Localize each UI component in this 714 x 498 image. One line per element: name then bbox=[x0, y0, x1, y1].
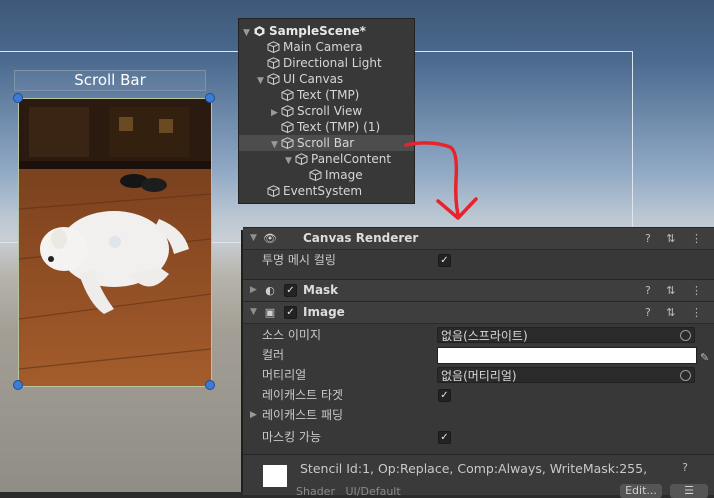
object-picker-icon[interactable] bbox=[680, 330, 691, 341]
gameobject-cube-icon bbox=[267, 73, 280, 85]
component-menu-icons[interactable]: ? ⇅ ⋮ bbox=[645, 302, 708, 323]
mask-title: Mask bbox=[303, 283, 339, 297]
raycast-padding-row[interactable]: ▶ 레이캐스트 패딩 bbox=[243, 405, 714, 425]
image-header[interactable]: ▼ ▣ ✓ Image ? ⇅ ⋮ bbox=[243, 301, 714, 324]
source-image-value: 없음(스프라이트) bbox=[441, 329, 528, 343]
gameobject-cube-icon bbox=[295, 153, 308, 165]
gameobject-cube-icon bbox=[281, 137, 294, 149]
hierarchy-item-label: Scroll View bbox=[297, 104, 363, 118]
raycast-target-row: 레이캐스트 타겟 ✓ bbox=[243, 385, 714, 405]
stencil-info: Stencil Id:1, Op:Replace, Comp:Always, W… bbox=[300, 461, 648, 476]
hierarchy-item-label: Main Camera bbox=[283, 40, 363, 54]
cull-transparent-mesh-row: 투명 메시 컬링 ✓ bbox=[243, 250, 714, 270]
gameobject-cube-icon bbox=[281, 89, 294, 101]
annotation-arrow-icon bbox=[404, 141, 478, 220]
unity-scene-icon bbox=[253, 25, 266, 37]
hierarchy-item[interactable]: EventSystem bbox=[239, 183, 362, 199]
mask-header[interactable]: ▶ ◐ ✓ Mask ? ⇅ ⋮ bbox=[243, 279, 714, 302]
image-enabled-checkbox[interactable]: ✓ bbox=[284, 306, 297, 319]
hierarchy-item[interactable]: Directional Light bbox=[239, 55, 382, 71]
resize-handle-bottom-right[interactable] bbox=[205, 380, 215, 390]
hierarchy-item[interactable]: Image bbox=[239, 167, 363, 183]
canvas-renderer-header[interactable]: ▼ 👁 Canvas Renderer ? ⇅ ⋮ bbox=[243, 227, 714, 250]
gameobject-cube-icon bbox=[267, 57, 280, 69]
material-label: 머티리얼 bbox=[262, 368, 307, 382]
material-value: 없음(머티리얼) bbox=[441, 369, 517, 383]
component-menu-icons[interactable]: ? ⇅ ⋮ bbox=[645, 280, 708, 301]
hierarchy-item-label: SampleScene* bbox=[269, 24, 366, 38]
resize-handle-top-right[interactable] bbox=[205, 93, 215, 103]
hierarchy-item[interactable]: ▼ SampleScene* bbox=[239, 23, 366, 39]
canvas-renderer-title: Canvas Renderer bbox=[303, 231, 419, 245]
maskable-checkbox[interactable]: ✓ bbox=[438, 431, 451, 444]
cull-transparent-mesh-label: 투명 메시 컬링 bbox=[262, 253, 336, 267]
hierarchy-item-label: Text (TMP) (1) bbox=[297, 120, 381, 134]
hierarchy-panel[interactable]: ▼ SampleScene* Main Camera Directional Ligh… bbox=[238, 18, 415, 204]
hierarchy-item-label: PanelContent bbox=[311, 152, 392, 166]
hierarchy-item[interactable]: Text (TMP) bbox=[239, 87, 359, 103]
hierarchy-item[interactable]: ▶ Scroll View bbox=[239, 103, 362, 119]
hierarchy-item[interactable]: Main Camera bbox=[239, 39, 363, 55]
object-picker-icon[interactable] bbox=[680, 370, 691, 381]
scroll-bar-label[interactable]: Scroll Bar bbox=[14, 70, 206, 91]
expand-triangle-icon[interactable]: ▶ bbox=[250, 405, 257, 425]
eye-icon: 👁 bbox=[263, 232, 277, 245]
hierarchy-item-label: UI Canvas bbox=[283, 72, 344, 86]
hierarchy-item-label: EventSystem bbox=[283, 184, 363, 198]
hierarchy-item-label: Text (TMP) bbox=[297, 88, 360, 102]
gameobject-cube-icon bbox=[309, 169, 322, 181]
color-label: 컬러 bbox=[262, 348, 285, 362]
hierarchy-item[interactable]: ▼ UI Canvas bbox=[239, 71, 343, 87]
material-preview: Stencil Id:1, Op:Replace, Comp:Always, W… bbox=[243, 454, 714, 498]
gameobject-cube-icon bbox=[267, 185, 280, 197]
source-image-row: 소스 이미지 없음(스프라이트) bbox=[243, 325, 714, 345]
component-menu-icons[interactable]: ? ⇅ ⋮ bbox=[645, 228, 708, 249]
expand-triangle-icon[interactable]: ▶ bbox=[250, 280, 257, 301]
hierarchy-item-label: Image bbox=[325, 168, 363, 182]
gameobject-cube-icon bbox=[267, 41, 280, 53]
source-image-field[interactable]: 없음(스프라이트) bbox=[437, 327, 695, 343]
source-image-label: 소스 이미지 bbox=[262, 328, 322, 342]
shader-menu-button[interactable]: ☰ bbox=[670, 484, 708, 498]
hierarchy-item[interactable]: ▼ Scroll Bar bbox=[239, 135, 414, 151]
gameobject-cube-icon bbox=[281, 121, 294, 133]
hierarchy-item[interactable]: ▼ PanelContent bbox=[239, 151, 391, 167]
maskable-label: 마스킹 가능 bbox=[262, 430, 322, 444]
material-field[interactable]: 없음(머티리얼) bbox=[437, 367, 695, 383]
dog-image[interactable] bbox=[18, 98, 212, 387]
hierarchy-item[interactable]: Text (TMP) (1) bbox=[239, 119, 380, 135]
image-icon: ▣ bbox=[264, 306, 276, 319]
cull-transparent-mesh-checkbox[interactable]: ✓ bbox=[438, 254, 451, 267]
material-row: 머티리얼 없음(머티리얼) bbox=[243, 365, 714, 385]
hierarchy-item-label: Directional Light bbox=[283, 56, 382, 70]
inspector-panel[interactable]: ▼ 👁 Canvas Renderer ? ⇅ ⋮ 투명 메시 컬링 ✓ ▶ ◐… bbox=[243, 227, 714, 498]
mask-icon: ◐ bbox=[265, 284, 275, 297]
material-swatch bbox=[263, 465, 287, 487]
image-title: Image bbox=[303, 305, 345, 319]
resize-handle-top-left[interactable] bbox=[13, 93, 23, 103]
collapse-triangle-icon[interactable]: ▼ bbox=[250, 228, 257, 249]
raycast-target-checkbox[interactable]: ✓ bbox=[438, 389, 451, 402]
raycast-padding-label: 레이캐스트 패딩 bbox=[262, 408, 344, 422]
edit-shader-button[interactable]: Edit... bbox=[620, 484, 662, 498]
resize-handle-bottom-left[interactable] bbox=[13, 380, 23, 390]
color-field[interactable] bbox=[437, 347, 697, 364]
gameobject-cube-icon bbox=[281, 105, 294, 117]
color-row: 컬러 ✎ bbox=[243, 345, 714, 365]
help-icon[interactable]: ? bbox=[682, 461, 688, 474]
maskable-row: 마스킹 가능 ✓ bbox=[243, 427, 714, 447]
mask-enabled-checkbox[interactable]: ✓ bbox=[284, 284, 297, 297]
hierarchy-item-label: Scroll Bar bbox=[297, 136, 355, 150]
collapse-triangle-icon[interactable]: ▼ bbox=[250, 302, 257, 323]
raycast-target-label: 레이캐스트 타겟 bbox=[262, 388, 344, 402]
